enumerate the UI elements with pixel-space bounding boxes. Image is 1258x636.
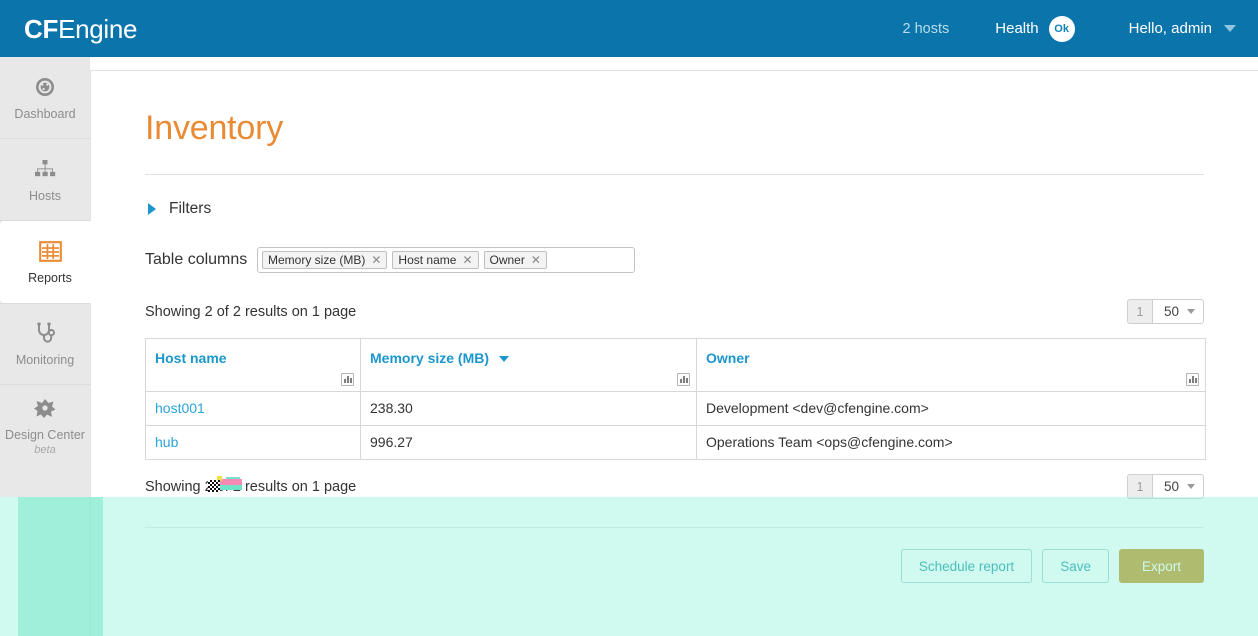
sidebar-item-hosts[interactable]: Hosts xyxy=(0,139,90,221)
filters-toggle[interactable]: Filters xyxy=(145,200,1204,218)
bar-chart-icon[interactable] xyxy=(341,373,354,386)
sidebar-item-dashboard[interactable]: Dashboard xyxy=(0,57,90,139)
sidebar-item-label: Monitoring xyxy=(15,353,75,367)
column-tag-label: Host name xyxy=(398,253,457,267)
top-bar-right-group: 2 hosts Health Ok Hello, admin xyxy=(903,15,1236,42)
user-menu[interactable]: Hello, admin xyxy=(1129,20,1236,37)
cell-memory-size: 996.27 xyxy=(360,425,697,460)
main-sidebar: Dashboard Hosts Reports Monitoring Desig xyxy=(0,57,100,497)
pagination-bottom: 1 50 xyxy=(1126,474,1204,499)
cell-memory-size: 238.30 xyxy=(360,391,697,426)
sidebar-item-label: Design Center xyxy=(5,428,85,442)
hosts-count-label[interactable]: 2 hosts xyxy=(903,21,950,37)
close-icon[interactable]: ✕ xyxy=(371,254,381,266)
table-row: hub 996.27 Operations Team <ops@cfengine… xyxy=(145,425,1206,460)
column-tag-label: Memory size (MB) xyxy=(268,253,366,267)
sidebar-item-label: Hosts xyxy=(29,188,61,203)
results-summary-text: Showing 2 of 2 results on 1 page xyxy=(145,478,357,495)
column-header-owner[interactable]: Owner xyxy=(696,338,1206,392)
page-size-select[interactable]: 50 xyxy=(1151,474,1204,499)
dashboard-gauge-icon xyxy=(32,75,58,99)
sidebar-item-label: Reports xyxy=(28,271,72,285)
title-divider xyxy=(145,174,1204,175)
schedule-report-button[interactable]: Schedule report xyxy=(900,549,1033,583)
table-columns-row: Table columns Memory size (MB) ✕ Host na… xyxy=(145,247,1204,273)
close-icon[interactable]: ✕ xyxy=(531,254,541,266)
content-inner: Inventory Filters Table columns Memory s… xyxy=(91,109,1258,583)
column-header-label: Memory size (MB) xyxy=(370,350,490,366)
page-number-button[interactable]: 1 xyxy=(1126,299,1152,324)
sidebar-item-label: Dashboard xyxy=(14,106,76,121)
user-greeting-label: Hello, admin xyxy=(1128,20,1212,37)
chevron-down-icon xyxy=(1187,309,1195,314)
table-header-row: Host name Memory size (MB) Owner xyxy=(145,338,1206,392)
chevron-right-icon xyxy=(148,203,156,215)
column-tag-memory-size[interactable]: Memory size (MB) ✕ xyxy=(262,251,388,269)
sidebar-item-monitoring[interactable]: Monitoring xyxy=(0,303,90,385)
filters-label: Filters xyxy=(169,200,212,217)
inventory-report-table: Host name Memory size (MB) Owner host001… xyxy=(145,338,1206,460)
save-button[interactable]: Save xyxy=(1042,549,1109,583)
bar-chart-icon[interactable] xyxy=(1186,373,1199,386)
results-summary-row-top: Showing 2 of 2 results on 1 page 1 50 xyxy=(145,299,1204,324)
design-center-icon xyxy=(32,396,58,420)
health-status-badge: Ok xyxy=(1048,15,1075,42)
brand-rest: Engine xyxy=(58,13,138,44)
chevron-down-icon xyxy=(1187,484,1195,489)
top-navigation-bar: CFEngine 2 hosts Health Ok Hello, admin xyxy=(0,0,1258,57)
sidebar-item-beta-tag: beta xyxy=(34,444,56,456)
cell-host-name: hub xyxy=(145,425,361,460)
table-columns-input[interactable]: Memory size (MB) ✕ Host name ✕ Owner ✕ xyxy=(257,247,635,273)
page-size-value: 50 xyxy=(1163,304,1179,319)
host-link[interactable]: hub xyxy=(155,434,178,450)
column-header-label: Host name xyxy=(155,350,227,366)
page-title: Inventory xyxy=(145,109,284,147)
results-summary-text: Showing 2 of 2 results on 1 page xyxy=(145,303,357,320)
stethoscope-icon xyxy=(32,321,58,345)
cursor-artifact xyxy=(206,476,242,494)
brand-bold: CF xyxy=(24,13,59,44)
cell-owner: Operations Team <ops@cfengine.com> xyxy=(696,425,1206,460)
column-header-host-name[interactable]: Host name xyxy=(145,338,361,392)
hosts-hierarchy-icon xyxy=(32,157,58,181)
column-tag-owner[interactable]: Owner ✕ xyxy=(483,251,547,269)
table-columns-label: Table columns xyxy=(145,251,248,268)
health-label: Health xyxy=(995,20,1039,37)
reports-grid-icon xyxy=(37,239,63,263)
column-header-memory-size[interactable]: Memory size (MB) xyxy=(360,338,697,392)
close-icon[interactable]: ✕ xyxy=(462,254,472,266)
column-tag-label: Owner xyxy=(489,253,525,267)
host-link[interactable]: host001 xyxy=(155,400,205,416)
inventory-page: CFEngine 2 hosts Health Ok Hello, admin … xyxy=(0,0,1258,636)
main-content-card: Inventory Filters Table columns Memory s… xyxy=(90,70,1258,636)
page-size-value: 50 xyxy=(1163,479,1179,494)
footer-divider xyxy=(145,527,1204,528)
results-summary-row-bottom: Showing 2 of 2 results on 1 page 1 50 xyxy=(145,474,1204,499)
cfengine-logo[interactable]: CFEngine xyxy=(24,13,138,44)
pagination-top: 1 50 xyxy=(1126,299,1204,324)
column-header-label: Owner xyxy=(706,350,750,366)
export-button[interactable]: Export xyxy=(1118,549,1204,583)
footer-actions: Schedule report Save Export xyxy=(145,549,1204,583)
cell-host-name: host001 xyxy=(145,391,361,426)
table-row: host001 238.30 Development <dev@cfengine… xyxy=(145,391,1206,426)
column-tag-host-name[interactable]: Host name ✕ xyxy=(392,251,479,269)
chevron-down-icon xyxy=(498,356,509,363)
page-number-button[interactable]: 1 xyxy=(1126,474,1152,499)
health-indicator[interactable]: Health Ok xyxy=(995,15,1075,42)
sidebar-item-design-center[interactable]: Design Center beta xyxy=(0,385,90,467)
sidebar-item-reports[interactable]: Reports xyxy=(0,221,100,303)
chevron-down-icon xyxy=(1224,25,1236,32)
page-size-select[interactable]: 50 xyxy=(1151,299,1204,324)
bar-chart-icon[interactable] xyxy=(677,373,690,386)
cell-owner: Development <dev@cfengine.com> xyxy=(696,391,1206,426)
